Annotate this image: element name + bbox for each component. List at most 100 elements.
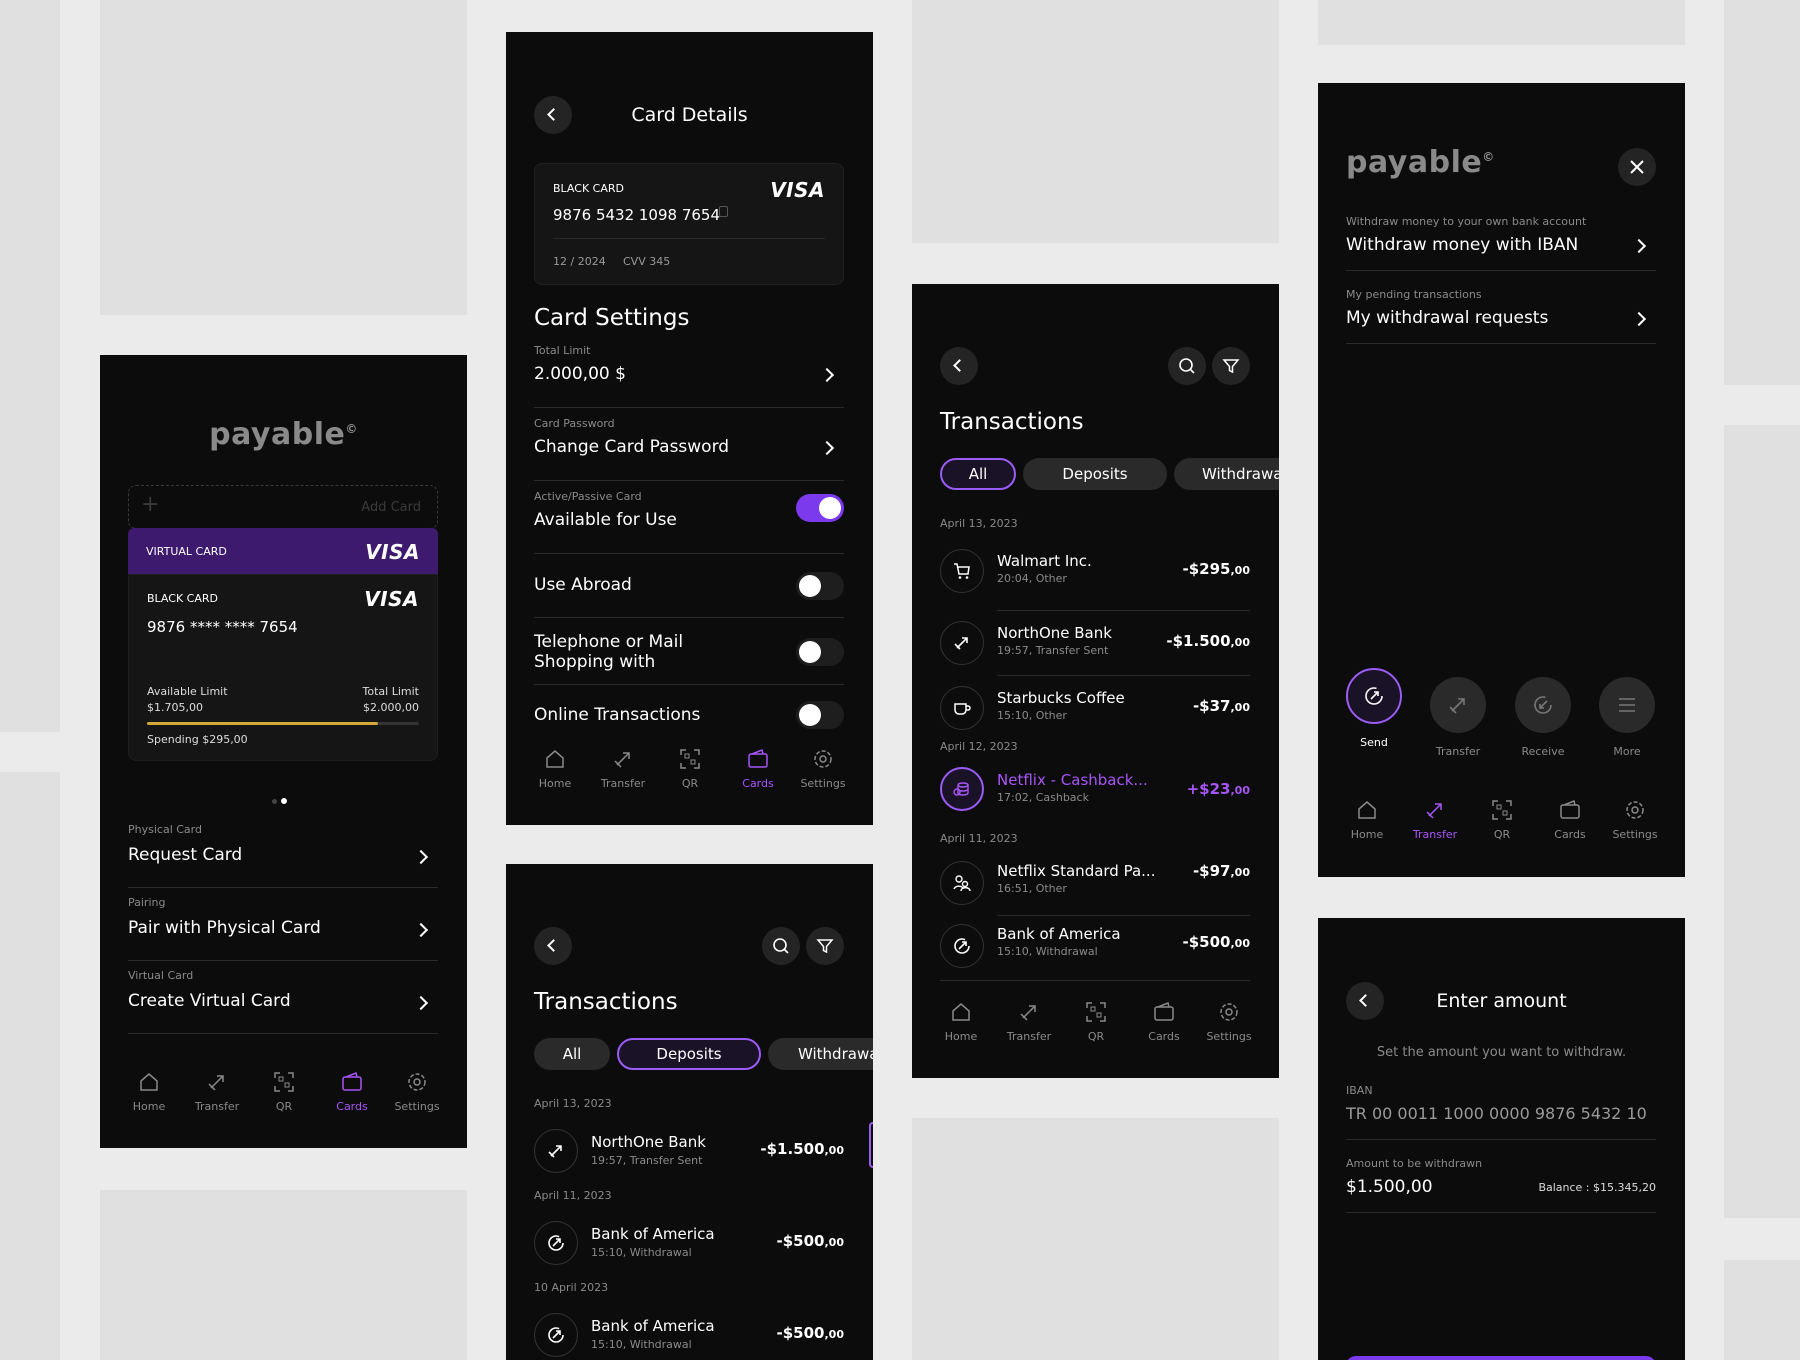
- filter-button[interactable]: [1212, 347, 1250, 385]
- send-button[interactable]: [1346, 668, 1402, 724]
- card-expiry: 12 / 2024: [553, 255, 606, 268]
- tx-subtitle: 17:02, Cashback: [997, 791, 1089, 804]
- nav-qr[interactable]: QR: [249, 1070, 319, 1113]
- nav-home[interactable]: Home: [114, 1070, 184, 1113]
- nav-label: Cards: [1148, 1030, 1180, 1043]
- request-card-row[interactable]: Physical Card Request Card: [128, 815, 438, 888]
- transaction-row[interactable]: Bank of America 15:10, Withdrawal -$500,…: [534, 1218, 844, 1268]
- withdraw-iban-row[interactable]: Withdraw money to your own bank account …: [1346, 215, 1656, 271]
- transaction-row[interactable]: NorthOne Bank 19:57, Transfer Sent -$1.5…: [534, 1122, 873, 1176]
- receive-icon: [1534, 696, 1552, 714]
- nav-qr[interactable]: QR: [655, 747, 725, 790]
- bottom-nav: Home Transfer QR Cards Settings: [506, 747, 873, 797]
- page-title: Card Details: [631, 104, 748, 126]
- nav-cards[interactable]: Cards: [1535, 798, 1605, 841]
- filter-all[interactable]: All: [534, 1038, 610, 1070]
- total-limit-row[interactable]: Total Limit 2.000,00 $: [534, 344, 844, 408]
- row-label: Card Password: [534, 417, 615, 430]
- more-button[interactable]: [1599, 677, 1655, 733]
- transaction-row[interactable]: Bank of America 15:10, Withdrawal -$500,…: [534, 1310, 844, 1360]
- nav-cards[interactable]: Cards: [317, 1070, 387, 1113]
- date-header: April 13, 2023: [534, 1097, 612, 1110]
- nav-qr[interactable]: QR: [1467, 798, 1537, 841]
- back-button[interactable]: [534, 927, 572, 965]
- nav-home[interactable]: Home: [926, 1000, 996, 1043]
- card-preview[interactable]: BLACK CARD VISA 9876 5432 1098 7654 12 /…: [534, 163, 844, 285]
- send-icon: [1365, 687, 1383, 705]
- receive-button[interactable]: [1515, 677, 1571, 733]
- chevron-right-icon: [819, 367, 835, 383]
- carousel-dots[interactable]: [272, 789, 287, 808]
- nav-settings[interactable]: Settings: [1600, 798, 1670, 841]
- nav-home[interactable]: Home: [1332, 798, 1402, 841]
- close-button[interactable]: [1618, 148, 1656, 186]
- nav-transfer[interactable]: Transfer: [1400, 798, 1470, 841]
- add-card-button[interactable]: + Add Card: [128, 485, 438, 529]
- tx-amount: -$1.500,00: [1166, 632, 1250, 650]
- transaction-row[interactable]: Bank of America 15:10, Withdrawal -$500,…: [940, 916, 1250, 981]
- cart-icon: [940, 549, 984, 593]
- black-card[interactable]: BLACK CARD VISA 9876 **** **** 7654 Avai…: [128, 574, 438, 761]
- search-button[interactable]: [1168, 347, 1206, 385]
- search-button[interactable]: [762, 927, 800, 965]
- nav-transfer[interactable]: Transfer: [588, 747, 658, 790]
- tx-amount: -$37,00: [1192, 697, 1250, 715]
- filter-deposits[interactable]: Deposits: [617, 1038, 761, 1070]
- amount-field[interactable]: Amount to be withdrawn $1.500,00 Balance…: [1346, 1157, 1656, 1213]
- filter-withdrawals[interactable]: Withdrawa: [768, 1038, 873, 1070]
- card-number: 9876 5432 1098 7654: [553, 206, 720, 224]
- nav-transfer[interactable]: Transfer: [182, 1070, 252, 1113]
- filter-withdrawals[interactable]: Withdrawa: [1174, 458, 1279, 490]
- nav-label: Transfer: [600, 777, 646, 790]
- nav-home[interactable]: Home: [520, 747, 590, 790]
- filter-button[interactable]: [806, 927, 844, 965]
- transactions-deposits-screen: Transactions All Deposits Withdrawa Apri…: [506, 864, 873, 1360]
- tx-subtitle: 19:57, Transfer Sent: [997, 644, 1109, 657]
- transfer-icon: [534, 1129, 578, 1173]
- copy-icon[interactable]: [719, 206, 728, 217]
- transfer-icon: [208, 1075, 224, 1091]
- amount-value: $1.500,00: [1346, 1177, 1433, 1197]
- row-label: Pairing: [128, 896, 166, 909]
- nav-label: QR: [681, 777, 699, 790]
- filter-deposits[interactable]: Deposits: [1023, 458, 1167, 490]
- nav-cards[interactable]: Cards: [723, 747, 793, 790]
- virtual-card[interactable]: VIRTUAL CARD VISA: [128, 528, 438, 574]
- tx-amount: +$23,00: [1186, 780, 1250, 798]
- nav-label: Cards: [336, 1100, 368, 1113]
- transaction-row[interactable]: Starbucks Coffee 15:10, Other -$37,00: [940, 676, 1250, 736]
- nav-settings[interactable]: Settings: [382, 1070, 452, 1113]
- telephone-shopping-toggle[interactable]: [796, 638, 844, 666]
- transaction-row[interactable]: Netflix Standard Pa... 16:51, Other -$97…: [940, 856, 1250, 916]
- pair-physical-card-row[interactable]: Pairing Pair with Physical Card: [128, 888, 438, 961]
- create-virtual-card-row[interactable]: Virtual Card Create Virtual Card: [128, 961, 438, 1034]
- nav-label: Cards: [1554, 828, 1586, 841]
- continue-button[interactable]: [1346, 1356, 1656, 1360]
- wallet-icon: [1154, 1001, 1174, 1021]
- transaction-row[interactable]: Netflix - Cashback... 17:02, Cashback +$…: [940, 764, 1250, 819]
- nav-settings[interactable]: Settings: [788, 747, 858, 790]
- nav-qr[interactable]: QR: [1061, 1000, 1131, 1043]
- dot-active[interactable]: [281, 798, 287, 804]
- change-password-row[interactable]: Card Password Change Card Password: [534, 417, 844, 481]
- chevron-right-icon: [413, 849, 429, 865]
- active-toggle[interactable]: [796, 494, 844, 522]
- available-limit-label: Available Limit: [147, 685, 228, 698]
- iban-field[interactable]: IBAN TR 00 0011 1000 0000 9876 5432 10: [1346, 1084, 1656, 1140]
- back-button[interactable]: [940, 347, 978, 385]
- filter-all[interactable]: All: [940, 458, 1016, 490]
- transaction-row[interactable]: NorthOne Bank 19:57, Transfer Sent -$1.5…: [940, 611, 1250, 676]
- online-transactions-toggle[interactable]: [796, 701, 844, 729]
- use-abroad-toggle[interactable]: [796, 572, 844, 600]
- row-title: Withdraw money with IBAN: [1346, 235, 1579, 255]
- transfer-action-button[interactable]: [1430, 677, 1486, 733]
- spending-text: Spending $295,00: [147, 733, 248, 746]
- nav-cards[interactable]: Cards: [1129, 1000, 1199, 1043]
- bottom-nav: Home Transfer QR Cards Settings: [912, 1000, 1279, 1050]
- dot[interactable]: [272, 799, 277, 804]
- withdrawal-requests-row[interactable]: My pending transactions My withdrawal re…: [1346, 288, 1656, 344]
- nav-transfer[interactable]: Transfer: [994, 1000, 1064, 1043]
- nav-settings[interactable]: Settings: [1194, 1000, 1264, 1043]
- nav-label: Settings: [1206, 1030, 1252, 1043]
- transaction-row[interactable]: Walmart Inc. 20:04, Other -$295,00: [940, 546, 1250, 611]
